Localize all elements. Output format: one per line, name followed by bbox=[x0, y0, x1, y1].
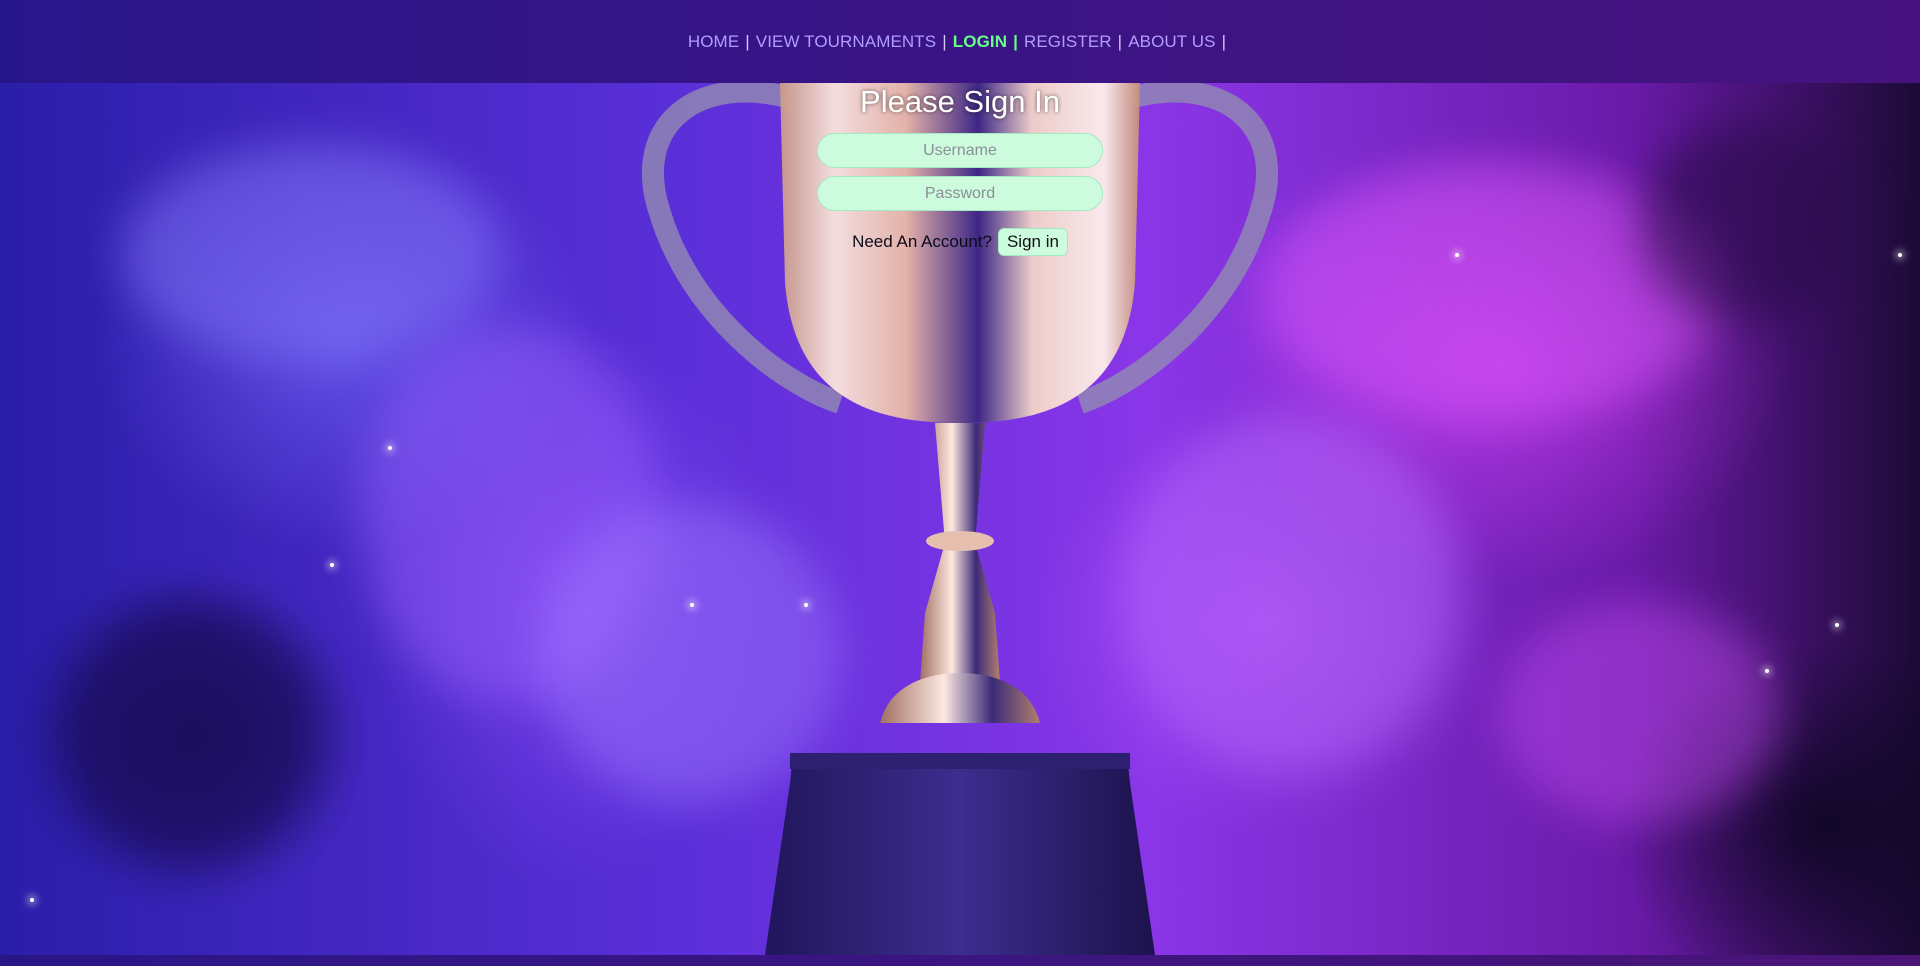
nav-login-link[interactable]: LOGIN bbox=[953, 32, 1007, 52]
need-account-text: Need An Account? bbox=[852, 232, 992, 251]
nav-view-tournaments-link[interactable]: VIEW TOURNAMENTS bbox=[756, 32, 936, 52]
footer-strip bbox=[0, 955, 1920, 966]
nav-separator: | bbox=[1221, 31, 1227, 51]
nav-separator: | bbox=[1117, 31, 1123, 51]
sign-in-title: Please Sign In bbox=[860, 84, 1060, 119]
account-row: Need An Account? Sign in bbox=[852, 228, 1068, 256]
nav-separator: | bbox=[1013, 31, 1018, 51]
nav-separator: | bbox=[745, 31, 750, 51]
nav-register-link[interactable]: REGISTER bbox=[1024, 32, 1112, 52]
password-input[interactable] bbox=[817, 176, 1103, 211]
nav-home-link[interactable]: HOME bbox=[688, 32, 739, 52]
main-navbar: HOME | VIEW TOURNAMENTS | LOGIN | REGIST… bbox=[0, 0, 1920, 83]
sign-in-form: Please Sign In Need An Account? Sign in bbox=[0, 83, 1920, 256]
sign-in-button[interactable]: Sign in bbox=[997, 228, 1068, 256]
username-input[interactable] bbox=[817, 133, 1103, 168]
nav-about-us-link[interactable]: ABOUT US bbox=[1128, 32, 1215, 52]
nav-separator: | bbox=[942, 31, 947, 51]
